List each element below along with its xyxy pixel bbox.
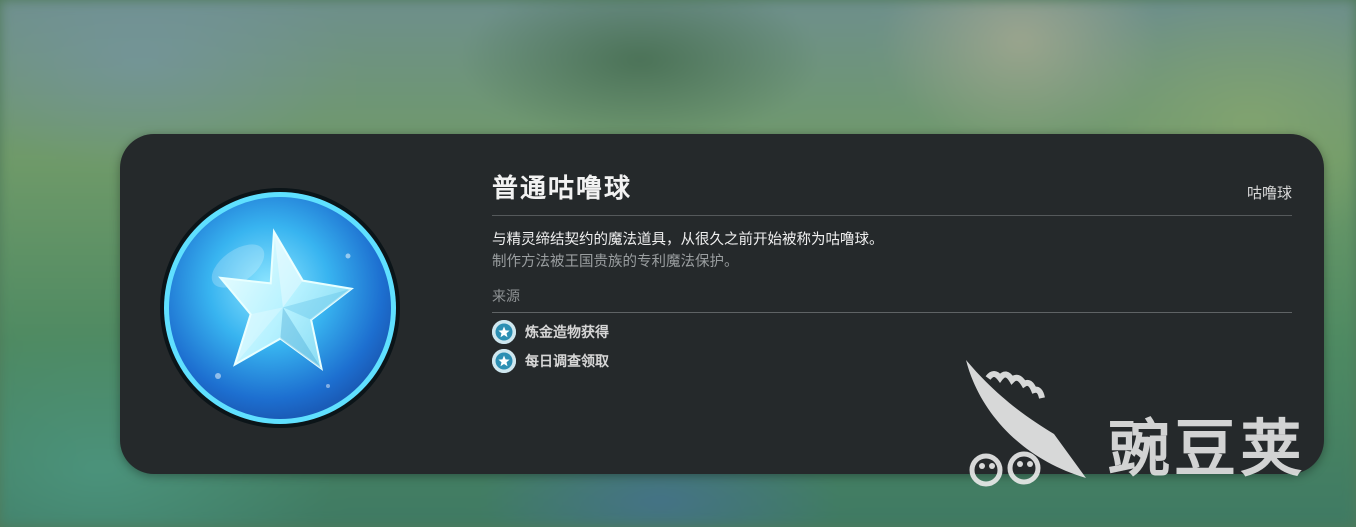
item-description-primary: 与精灵缔结契约的魔法道具，从很久之前开始被称为咕噜球。 — [492, 232, 884, 248]
source-star-icon — [492, 349, 516, 373]
item-image-orb — [158, 186, 402, 430]
source-heading: 来源 — [492, 289, 520, 305]
item-title: 普通咕噜球 — [492, 174, 633, 204]
watermark: 豌豆荚 — [958, 358, 1328, 498]
pea-pod-logo-icon — [966, 360, 1086, 487]
item-category: 咕噜球 — [1246, 184, 1292, 202]
source-item-daily-survey[interactable]: 每日调查领取 — [492, 349, 609, 373]
watermark-text: 豌豆荚 — [1108, 412, 1307, 485]
gulu-ball-icon — [160, 188, 400, 428]
source-item-label: 炼金造物获得 — [525, 325, 609, 341]
source-item-alchemy[interactable]: 炼金造物获得 — [492, 320, 609, 344]
source-divider — [492, 312, 1292, 313]
source-star-icon — [492, 320, 516, 344]
source-item-label: 每日调查领取 — [525, 354, 609, 370]
title-divider — [492, 215, 1292, 216]
item-description-secondary: 制作方法被王国贵族的专利魔法保护。 — [492, 254, 739, 270]
